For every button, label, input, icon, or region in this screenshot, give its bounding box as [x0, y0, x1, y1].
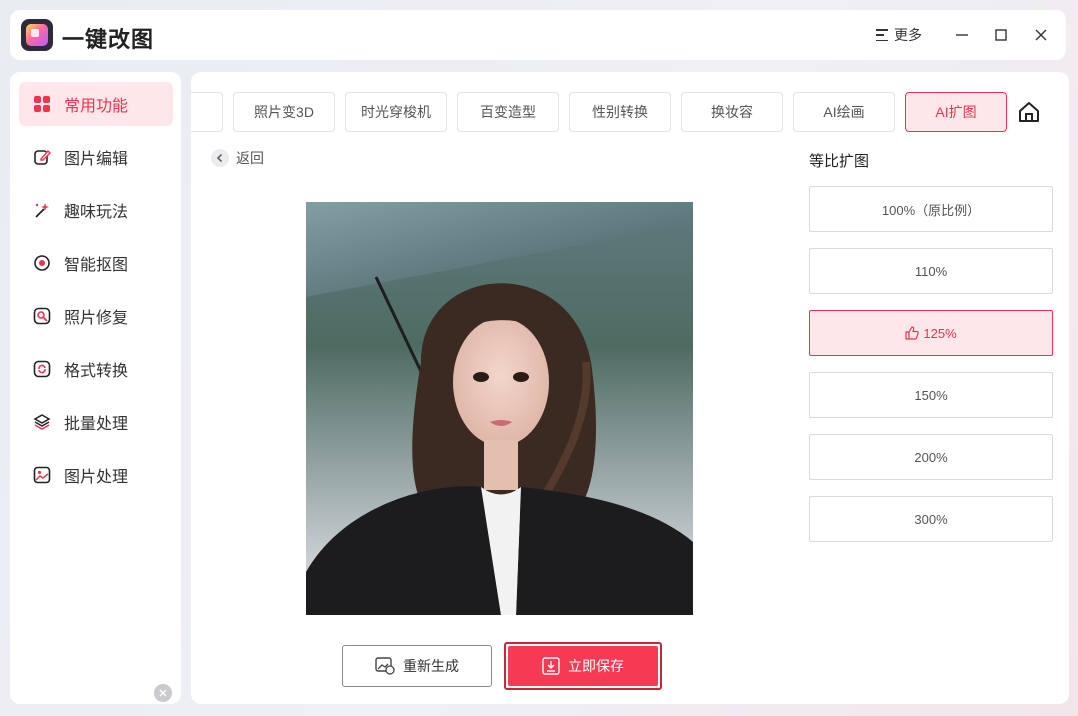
- ratio-label: 100%（原比例）: [881, 202, 981, 218]
- sidebar-item-label: 格式转换: [64, 363, 129, 380]
- tab-ai-paint[interactable]: AI绘画: [793, 92, 895, 132]
- ratio-option-150[interactable]: 150%: [809, 372, 1053, 418]
- convert-icon: [33, 360, 51, 378]
- sidebar-item-repair[interactable]: 照片修复: [19, 294, 173, 338]
- minimize-icon: [956, 34, 968, 36]
- sidebar-item-label: 图片编辑: [64, 151, 129, 168]
- grid-icon: [33, 95, 51, 113]
- main-panel: 照片变3D 时光穿梭机 百变造型 性别转换 换妆容 AI绘画 AI扩图 返回 重…: [191, 72, 1069, 704]
- close-button[interactable]: [1028, 22, 1054, 48]
- tab-hidden[interactable]: [191, 92, 223, 132]
- menu-icon: [876, 29, 888, 41]
- app-title: 一键改图: [62, 27, 155, 52]
- home-icon: [1019, 102, 1039, 122]
- ratio-option-200[interactable]: 200%: [809, 434, 1053, 480]
- sidebar-item-label: 图片处理: [64, 469, 129, 486]
- image-refresh-icon: [375, 657, 395, 675]
- ratio-label: 110%: [914, 263, 948, 279]
- sidebar-item-edit[interactable]: 图片编辑: [19, 135, 173, 179]
- tab-gender-swap[interactable]: 性别转换: [569, 92, 671, 132]
- sidebar-item-common[interactable]: 常用功能: [19, 82, 173, 126]
- app-logo-icon: [21, 19, 53, 51]
- sidebar-item-label: 趣味玩法: [64, 204, 129, 221]
- maximize-button[interactable]: [988, 22, 1014, 48]
- regenerate-label: 重新生成: [403, 658, 459, 674]
- magic-wand-icon: [33, 201, 51, 219]
- title-bar: 一键改图 更多: [10, 10, 1066, 60]
- result-image: [306, 202, 693, 615]
- minimize-button[interactable]: [949, 22, 975, 48]
- ratio-label: 200%: [914, 449, 948, 465]
- maximize-icon: [995, 29, 1007, 41]
- sidebar-item-label: 照片修复: [64, 310, 129, 327]
- sidebar-item-image[interactable]: 图片处理: [19, 453, 173, 497]
- ratio-option-300[interactable]: 300%: [809, 496, 1053, 542]
- back-label: 返回: [236, 150, 264, 166]
- ratio-label: 150%: [914, 387, 948, 403]
- ratio-option-110[interactable]: 110%: [809, 248, 1053, 294]
- back-button[interactable]: 返回: [211, 148, 264, 168]
- ratio-label: 300%: [914, 511, 948, 527]
- sidebar-item-label: 智能抠图: [64, 257, 129, 274]
- close-icon: [1035, 29, 1047, 41]
- ratio-option-125[interactable]: 125%: [809, 310, 1053, 356]
- ratio-option-100[interactable]: 100%（原比例）: [809, 186, 1053, 232]
- tab-ai-expand[interactable]: AI扩图: [905, 92, 1007, 132]
- layers-icon: [33, 413, 51, 431]
- sidebar-item-fun[interactable]: 趣味玩法: [19, 188, 173, 232]
- sidebar-item-label: 批量处理: [64, 416, 129, 433]
- sidebar-item-batch[interactable]: 批量处理: [19, 400, 173, 444]
- image-icon: [33, 466, 51, 484]
- ratio-title: 等比扩图: [809, 153, 870, 170]
- thumbs-up-icon: [905, 326, 920, 340]
- regenerate-button[interactable]: 重新生成: [342, 645, 492, 687]
- chevron-left-icon: [211, 149, 229, 167]
- save-label: 立即保存: [568, 658, 624, 674]
- collapse-sidebar-button[interactable]: [154, 684, 172, 702]
- sidebar-item-label: 常用功能: [64, 98, 129, 115]
- target-icon: [33, 254, 51, 272]
- tab-photo-3d[interactable]: 照片变3D: [233, 92, 335, 132]
- save-button[interactable]: 立即保存: [504, 642, 662, 690]
- repair-icon: [33, 307, 51, 325]
- download-icon: [542, 657, 560, 675]
- sidebar-item-cutout[interactable]: 智能抠图: [19, 241, 173, 285]
- sidebar: 常用功能 图片编辑 趣味玩法 智能抠图 照片修复 格式转换 批量处理 图片处理: [10, 72, 181, 704]
- home-button[interactable]: [1017, 100, 1041, 124]
- ratio-label: 125%: [923, 325, 957, 341]
- sidebar-item-convert[interactable]: 格式转换: [19, 347, 173, 391]
- more-label: 更多: [894, 27, 922, 43]
- tab-time-machine[interactable]: 时光穿梭机: [345, 92, 447, 132]
- tab-makeover[interactable]: 百变造型: [457, 92, 559, 132]
- edit-icon: [33, 148, 51, 166]
- tab-makeup[interactable]: 换妆容: [681, 92, 783, 132]
- more-button[interactable]: 更多: [876, 25, 922, 45]
- close-icon: [159, 689, 167, 697]
